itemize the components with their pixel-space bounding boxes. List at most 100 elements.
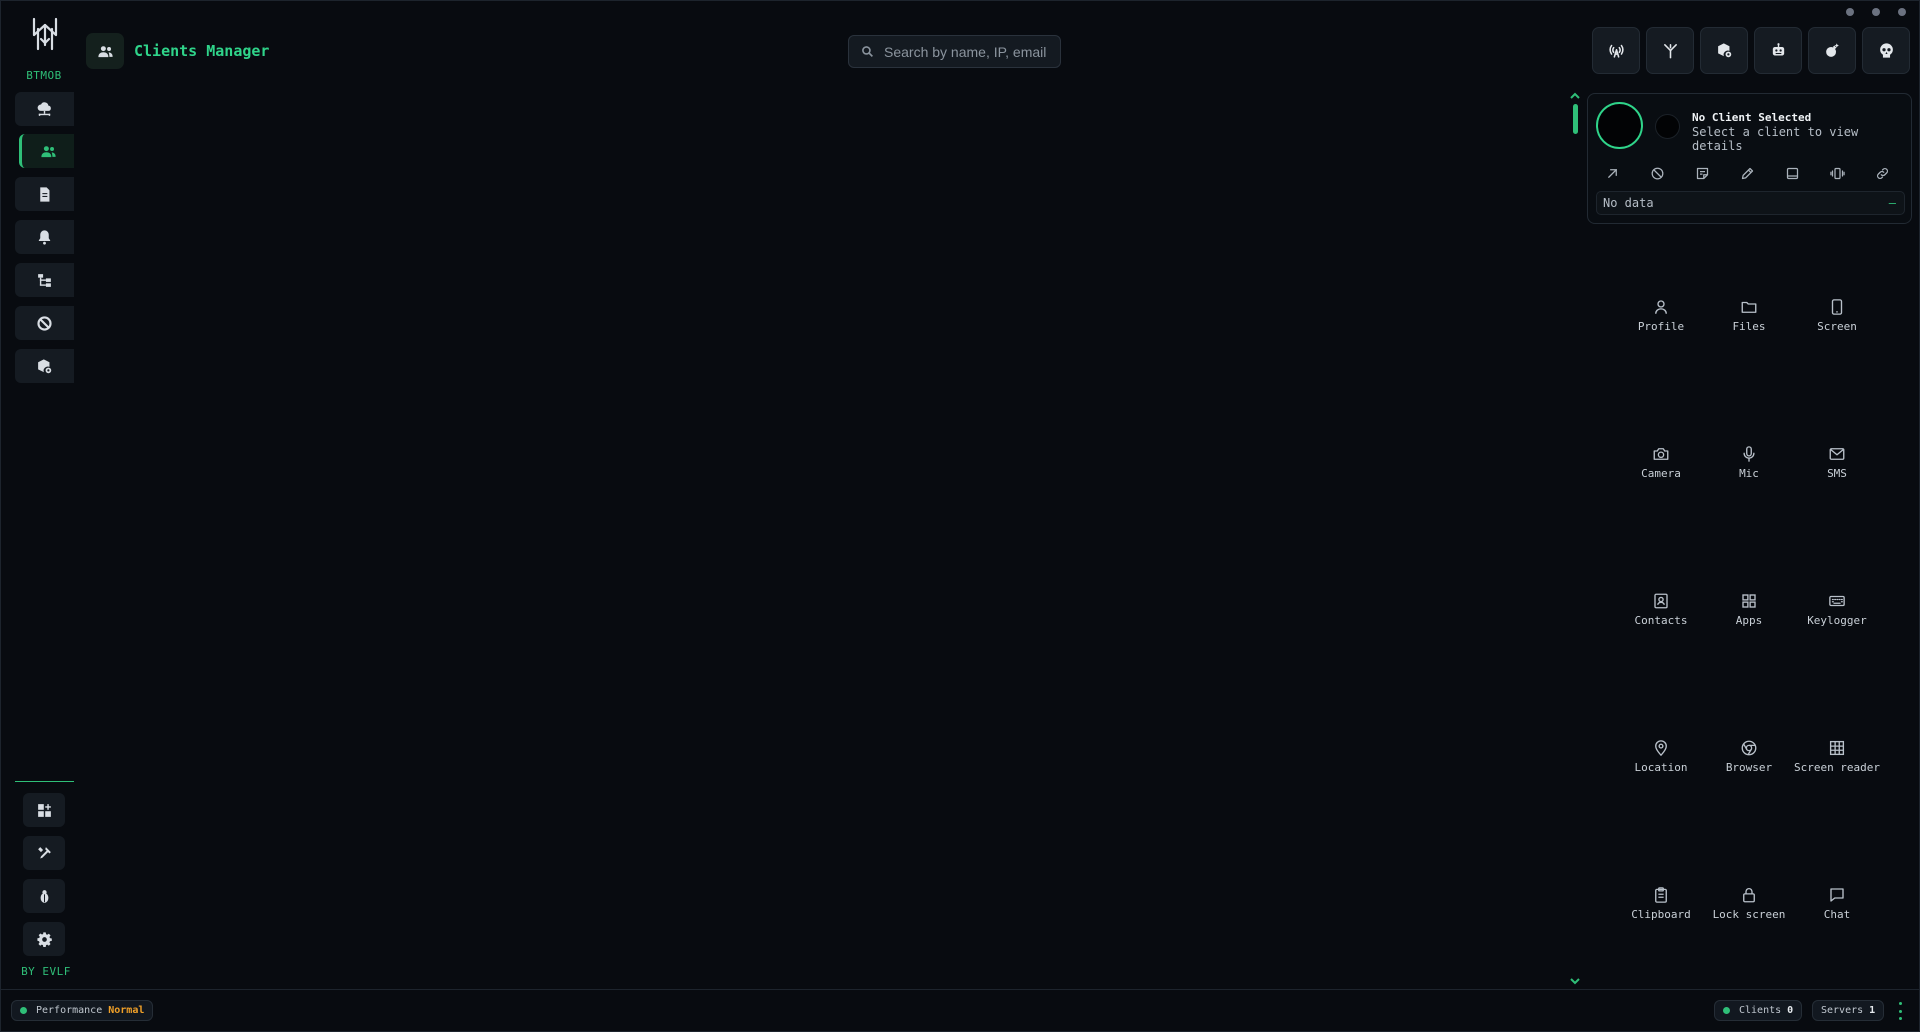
antenna-icon — [1663, 44, 1677, 59]
nav-debug[interactable] — [23, 879, 65, 913]
more-menu-icon[interactable] — [1896, 1002, 1904, 1020]
users-icon — [40, 145, 56, 157]
nav-cloud-network[interactable] — [15, 92, 74, 126]
link-icon — [1876, 167, 1888, 179]
clients-indicator-icon — [1723, 1007, 1730, 1014]
feature-label: Clipboard — [1631, 908, 1691, 921]
clients-label: Clients — [1739, 1005, 1782, 1016]
nav-clients[interactable] — [19, 134, 74, 168]
feature-label: Lock screen — [1712, 908, 1786, 921]
feature-sms[interactable]: SMS — [1793, 445, 1881, 495]
client-quick-actions — [1588, 162, 1913, 184]
feature-camera[interactable]: Camera — [1617, 445, 1705, 495]
lock-icon — [1743, 888, 1755, 903]
clients-status[interactable]: Clients 0 — [1714, 1000, 1803, 1021]
bell-icon — [38, 229, 51, 245]
bomb-icon — [1825, 43, 1839, 57]
scroll-thumb[interactable] — [1573, 104, 1578, 134]
broadcast-icon — [1608, 44, 1624, 58]
feature-label: SMS — [1827, 467, 1847, 480]
vibrate-client-button[interactable] — [1826, 162, 1848, 184]
page-icon — [86, 33, 124, 69]
block-client-button[interactable] — [1646, 162, 1668, 184]
pencil-icon — [1741, 167, 1753, 179]
nav-settings[interactable] — [23, 922, 65, 956]
nav-tools[interactable] — [23, 836, 65, 870]
feature-lock-screen[interactable]: Lock screen — [1705, 886, 1793, 936]
feature-screen-reader[interactable]: Screen reader — [1793, 739, 1881, 789]
feature-contacts[interactable]: Contacts — [1617, 592, 1705, 642]
search-icon — [862, 46, 873, 57]
toolbar-skull-button[interactable] — [1862, 27, 1910, 74]
scroll-down-icon[interactable] — [1569, 976, 1581, 986]
servers-count: 1 — [1869, 1005, 1876, 1016]
robot-icon — [1772, 43, 1784, 56]
scroll-up-icon[interactable] — [1569, 91, 1581, 101]
toolbar-bomb-button[interactable] — [1808, 27, 1856, 74]
edit-client-button[interactable] — [1736, 162, 1758, 184]
camera-icon — [1653, 448, 1669, 460]
nav-add-widget[interactable] — [23, 793, 65, 827]
nav-documents[interactable] — [15, 177, 74, 211]
feature-label: Chat — [1823, 908, 1851, 921]
cube-gear-icon — [1717, 43, 1731, 58]
feature-profile[interactable]: Profile — [1617, 298, 1705, 348]
search-input[interactable] — [884, 43, 1054, 60]
table-icon — [1829, 740, 1845, 756]
client-info-dash: — — [1888, 196, 1896, 210]
nav-sitemap[interactable] — [15, 263, 74, 297]
performance-status[interactable]: Performance Normal — [11, 1000, 154, 1021]
brand-label: BTMOB — [26, 69, 62, 82]
servers-status[interactable]: Servers 1 — [1812, 1000, 1885, 1021]
client-note-button[interactable] — [1691, 162, 1713, 184]
search-box — [848, 35, 1061, 68]
feature-mic[interactable]: Mic — [1705, 445, 1793, 495]
feature-browser[interactable]: Browser — [1705, 739, 1793, 789]
feature-label: Location — [1634, 761, 1688, 774]
feature-label: Screen reader — [1793, 761, 1881, 774]
feature-clipboard[interactable]: Clipboard — [1617, 886, 1705, 936]
window-dot-3[interactable] — [1898, 8, 1906, 16]
feature-label: Mic — [1739, 467, 1759, 480]
window-dot-2[interactable] — [1872, 8, 1880, 16]
client-subtitle: Select a client to view details — [1692, 125, 1859, 153]
contact-book-icon — [1654, 593, 1668, 609]
feature-label: Browser — [1725, 761, 1773, 774]
sidebar: BTMOB BY EVLF — [1, 1, 87, 989]
client-device-button[interactable] — [1781, 162, 1803, 184]
feature-label: Files — [1732, 320, 1766, 333]
feature-screen[interactable]: Screen — [1793, 298, 1881, 348]
microphone-icon — [1743, 446, 1755, 462]
toolbar-broadcast-button[interactable] — [1592, 27, 1640, 74]
status-bar: Performance Normal Clients 0 Servers 1 — [1, 989, 1919, 1031]
feature-chat[interactable]: Chat — [1793, 886, 1881, 936]
tools-icon — [37, 846, 51, 858]
feature-label: Apps — [1735, 614, 1763, 627]
client-info-row: No data — — [1596, 191, 1905, 215]
app-window: BTMOB BY EVLF Clients Manager Search by … — [0, 0, 1920, 1032]
map-pin-icon — [1655, 740, 1667, 757]
nav-builder[interactable] — [15, 349, 74, 383]
apps-grid-icon — [1742, 594, 1756, 608]
performance-value: Normal — [108, 1005, 145, 1016]
client-link-button[interactable] — [1871, 162, 1893, 184]
feature-apps[interactable]: Apps — [1705, 592, 1793, 642]
toolbar-antenna-button[interactable] — [1646, 27, 1694, 74]
window-dot-1[interactable] — [1846, 8, 1854, 16]
feature-label: Profile — [1637, 320, 1685, 333]
page-title: Clients Manager — [134, 42, 270, 60]
clipboard-icon — [1655, 887, 1667, 903]
user-icon — [1655, 300, 1667, 314]
toolbar-build-button[interactable] — [1700, 27, 1748, 74]
nav-notifications[interactable] — [15, 220, 74, 254]
performance-label: Performance — [36, 1005, 103, 1016]
feature-location[interactable]: Location — [1617, 739, 1705, 789]
toolbar-bot-button[interactable] — [1754, 27, 1802, 74]
feature-files[interactable]: Files — [1705, 298, 1793, 348]
open-client-button[interactable] — [1601, 162, 1623, 184]
clients-count: 0 — [1787, 1005, 1794, 1016]
chrome-icon — [1741, 740, 1757, 756]
cloud-network-icon — [37, 101, 51, 116]
feature-keylogger[interactable]: Keylogger — [1793, 592, 1881, 642]
nav-blocked[interactable] — [15, 306, 74, 340]
